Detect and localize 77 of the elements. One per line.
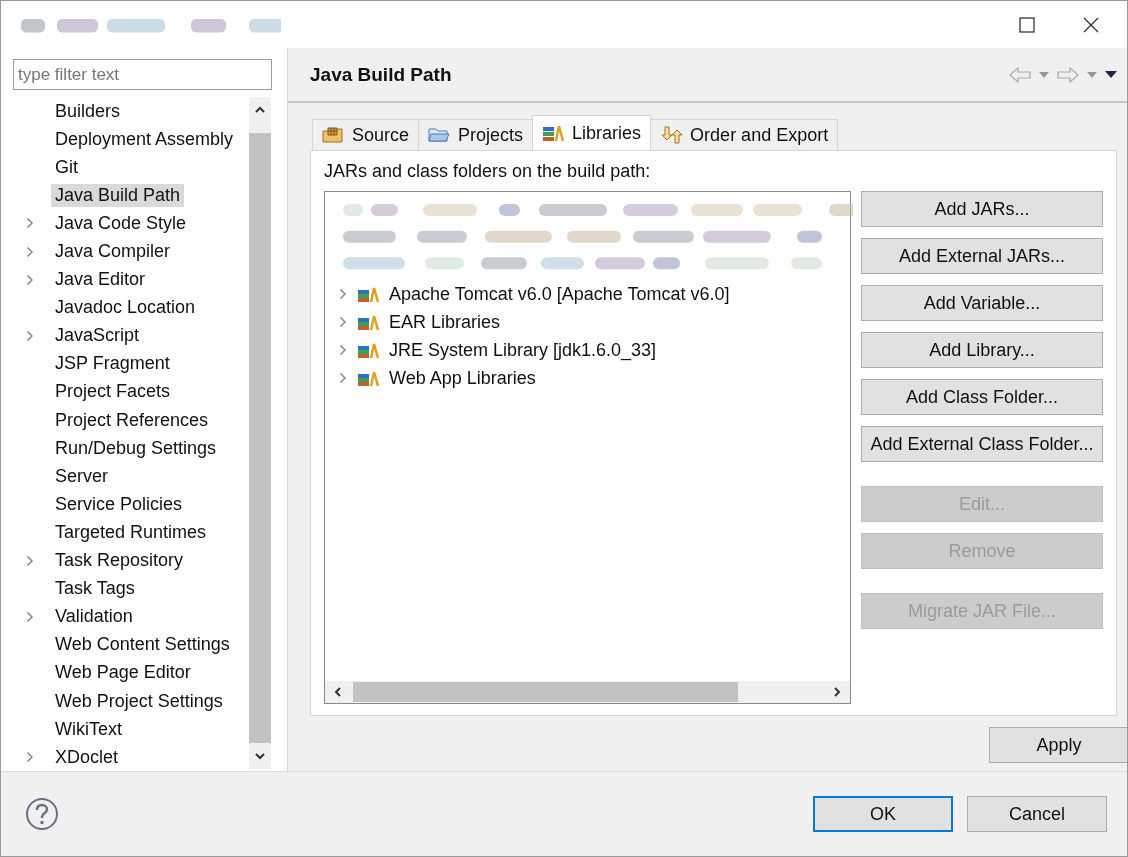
- page-title: Java Build Path: [310, 63, 452, 86]
- action-button[interactable]: Add Library...: [861, 332, 1103, 368]
- sidebar-item[interactable]: Project References: [51, 408, 213, 432]
- maximize-icon[interactable]: [1019, 16, 1035, 33]
- sidebar-item[interactable]: Web Page Editor: [51, 661, 195, 685]
- sidebar-item[interactable]: Validation: [51, 605, 137, 629]
- sidebar-item[interactable]: Builders: [51, 99, 125, 123]
- close-icon[interactable]: [1083, 16, 1099, 33]
- back-arrow-icon[interactable]: [1009, 66, 1031, 83]
- sidebar-item[interactable]: Task Repository: [51, 549, 188, 573]
- books-icon: [357, 369, 379, 387]
- sidebar-item[interactable]: Git: [51, 155, 82, 179]
- sidebar-item[interactable]: XDoclet: [51, 745, 123, 769]
- sidebar-item[interactable]: Web Content Settings: [51, 633, 234, 657]
- library-entry[interactable]: EAR Libraries: [389, 311, 501, 333]
- scroll-up-icon[interactable]: [254, 105, 266, 115]
- scroll-left-icon[interactable]: [333, 686, 343, 698]
- dialog-button[interactable]: OK: [813, 796, 953, 832]
- sidebar-item[interactable]: JavaScript: [51, 324, 144, 348]
- sidebar-item[interactable]: Java Compiler: [51, 240, 175, 263]
- action-button[interactable]: Add External Class Folder...: [861, 426, 1103, 462]
- chevron-icon[interactable]: [26, 554, 34, 567]
- scroll-right-icon[interactable]: [832, 686, 842, 698]
- sidebar-item[interactable]: Server: [51, 464, 112, 488]
- dialog-button[interactable]: Cancel: [967, 796, 1107, 832]
- dropdown-icon[interactable]: [1087, 71, 1097, 78]
- sidebar-item[interactable]: Deployment Assembly: [51, 127, 238, 151]
- sidebar-item[interactable]: Service Policies: [51, 492, 187, 516]
- chevron-icon[interactable]: [26, 273, 34, 286]
- sidebar-item[interactable]: Java Code Style: [51, 211, 191, 235]
- chevron-icon[interactable]: [26, 610, 34, 623]
- tab[interactable]: Libraries: [532, 115, 652, 150]
- action-button[interactable]: Add JARs...: [861, 191, 1103, 227]
- chevron-icon[interactable]: [339, 344, 347, 356]
- tab[interactable]: Source: [312, 119, 420, 150]
- sidebar-item[interactable]: WikiText: [51, 717, 126, 741]
- action-button[interactable]: Add External JARs...: [861, 238, 1103, 274]
- dropdown-icon[interactable]: [1039, 71, 1049, 78]
- apply-button[interactable]: Apply: [989, 727, 1127, 763]
- books-icon: [357, 285, 379, 303]
- chevron-icon[interactable]: [26, 751, 34, 764]
- sidebar-item[interactable]: Java Build Path: [51, 183, 185, 207]
- library-entry[interactable]: Apache Tomcat v6.0 [Apache Tomcat v6.0]: [389, 283, 730, 305]
- action-button[interactable]: Add Variable...: [861, 285, 1103, 321]
- view-menu-icon[interactable]: [1105, 71, 1117, 78]
- books-icon: [542, 124, 565, 142]
- chevron-icon[interactable]: [26, 329, 34, 342]
- package-folder-icon: [322, 126, 344, 144]
- sidebar-item[interactable]: Javadoc Location: [51, 296, 200, 320]
- chevron-icon[interactable]: [339, 288, 347, 300]
- sidebar-item[interactable]: Run/Debug Settings: [51, 436, 221, 460]
- sidebar-item[interactable]: Project Facets: [51, 380, 175, 404]
- up-down-arrows-icon: [660, 126, 683, 144]
- chevron-icon[interactable]: [26, 245, 34, 258]
- help-icon[interactable]: [25, 797, 59, 831]
- forward-arrow-icon[interactable]: [1057, 66, 1079, 83]
- filter-field[interactable]: type filter text: [13, 59, 272, 90]
- chevron-icon[interactable]: [26, 217, 34, 230]
- folder-icon: [428, 126, 451, 144]
- books-icon: [357, 313, 379, 331]
- chevron-icon[interactable]: [339, 316, 347, 328]
- library-entry[interactable]: JRE System Library [jdk1.6.0_33]: [389, 339, 657, 361]
- list-label: JARs and class folders on the build path:: [324, 161, 652, 182]
- scroll-thumb[interactable]: [353, 682, 738, 702]
- sidebar-item[interactable]: Task Tags: [51, 577, 139, 601]
- sidebar-item[interactable]: JSP Fragment: [51, 352, 174, 376]
- sidebar-item[interactable]: Web Project Settings: [51, 689, 227, 713]
- library-entry[interactable]: Web App Libraries: [389, 367, 536, 389]
- books-icon: [357, 341, 379, 359]
- chevron-icon[interactable]: [339, 372, 347, 384]
- library-list[interactable]: Apache Tomcat v6.0 [Apache Tomcat v6.0] EAR Libraries JRE System Library [jdk1.6.0_33] Web App Libraries: [324, 191, 851, 704]
- action-button[interactable]: Add Class Folder...: [861, 379, 1103, 415]
- sidebar-item[interactable]: Targeted Runtimes: [51, 520, 211, 544]
- scroll-down-icon[interactable]: [254, 751, 266, 761]
- tab[interactable]: Order and Export: [650, 119, 839, 150]
- sidebar-item[interactable]: Java Editor: [51, 268, 150, 292]
- scrollbar[interactable]: [325, 681, 850, 703]
